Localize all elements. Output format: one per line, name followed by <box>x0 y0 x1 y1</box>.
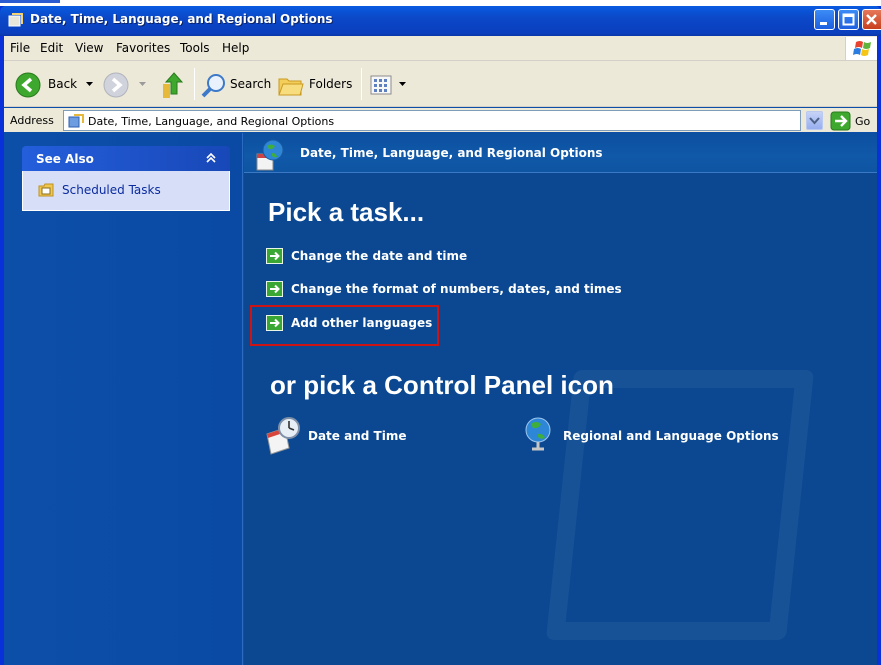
date-and-time-icon[interactable] <box>265 416 301 456</box>
go-button[interactable]: Go <box>855 115 870 128</box>
windows-logo-icon <box>845 37 877 60</box>
chevron-up-icon[interactable] <box>203 150 219 166</box>
menu-help[interactable]: Help <box>222 41 249 55</box>
chevron-down-icon[interactable] <box>85 81 94 87</box>
globe-calendar-icon <box>256 139 284 171</box>
task-arrow-icon <box>266 281 283 297</box>
up-folder-icon[interactable] <box>160 70 188 100</box>
task-sidebar <box>4 133 243 665</box>
task-change-date-time[interactable]: Change the date and time <box>266 247 467 265</box>
standard-toolbar <box>4 61 877 107</box>
task-label: Change the date and time <box>291 249 468 263</box>
back-arrow-icon[interactable] <box>14 71 42 99</box>
search-button[interactable]: Search <box>230 77 271 91</box>
category-title: Date, Time, Language, and Regional Optio… <box>300 146 603 160</box>
see-also-item-scheduled-tasks[interactable]: Scheduled Tasks <box>62 183 161 197</box>
regional-language-options-link[interactable]: Regional and Language Options <box>563 429 779 443</box>
menu-favorites[interactable]: Favorites <box>116 41 170 55</box>
back-button[interactable]: Back <box>48 77 77 91</box>
maximize-button[interactable] <box>838 9 859 30</box>
forward-arrow-icon[interactable] <box>102 71 130 99</box>
address-value: Date, Time, Language, and Regional Optio… <box>88 115 335 128</box>
toolbar-separator <box>361 68 362 100</box>
close-button[interactable] <box>862 9 881 30</box>
menu-view[interactable]: View <box>75 41 103 55</box>
folders-button[interactable]: Folders <box>309 77 352 91</box>
background-watermark <box>545 370 815 640</box>
highlight-box <box>250 305 439 346</box>
menu-tools[interactable]: Tools <box>180 41 210 55</box>
menu-edit[interactable]: Edit <box>40 41 63 55</box>
screen: Date, Time, Language, and Regional Optio… <box>0 0 881 665</box>
address-dropdown-button[interactable] <box>806 111 823 130</box>
task-label: Change the format of numbers, dates, and… <box>291 282 622 296</box>
date-and-time-link[interactable]: Date and Time <box>308 429 406 443</box>
task-arrow-icon <box>266 248 283 264</box>
regional-language-globe-icon[interactable] <box>524 416 554 456</box>
address-label: Address <box>10 114 54 127</box>
pick-control-panel-icon-heading: or pick a Control Panel icon <box>270 370 614 400</box>
chevron-down-icon[interactable] <box>399 82 406 87</box>
pick-a-task-heading: Pick a task... <box>268 197 425 227</box>
go-arrow-icon[interactable] <box>830 111 851 131</box>
views-icon[interactable] <box>369 73 397 97</box>
scheduled-tasks-icon <box>38 183 54 197</box>
window-title: Date, Time, Language, and Regional Optio… <box>30 12 333 26</box>
task-change-number-format[interactable]: Change the format of numbers, dates, and… <box>266 280 622 298</box>
menu-file[interactable]: File <box>10 41 30 55</box>
see-also-title: See Also <box>36 152 94 166</box>
search-icon[interactable] <box>200 71 228 99</box>
chevron-down-icon <box>139 82 146 86</box>
toolbar-separator <box>194 68 195 100</box>
control-panel-icon <box>68 114 84 128</box>
minimize-button[interactable] <box>814 9 835 30</box>
folders-icon[interactable] <box>277 71 305 99</box>
control-panel-icon <box>8 13 23 27</box>
